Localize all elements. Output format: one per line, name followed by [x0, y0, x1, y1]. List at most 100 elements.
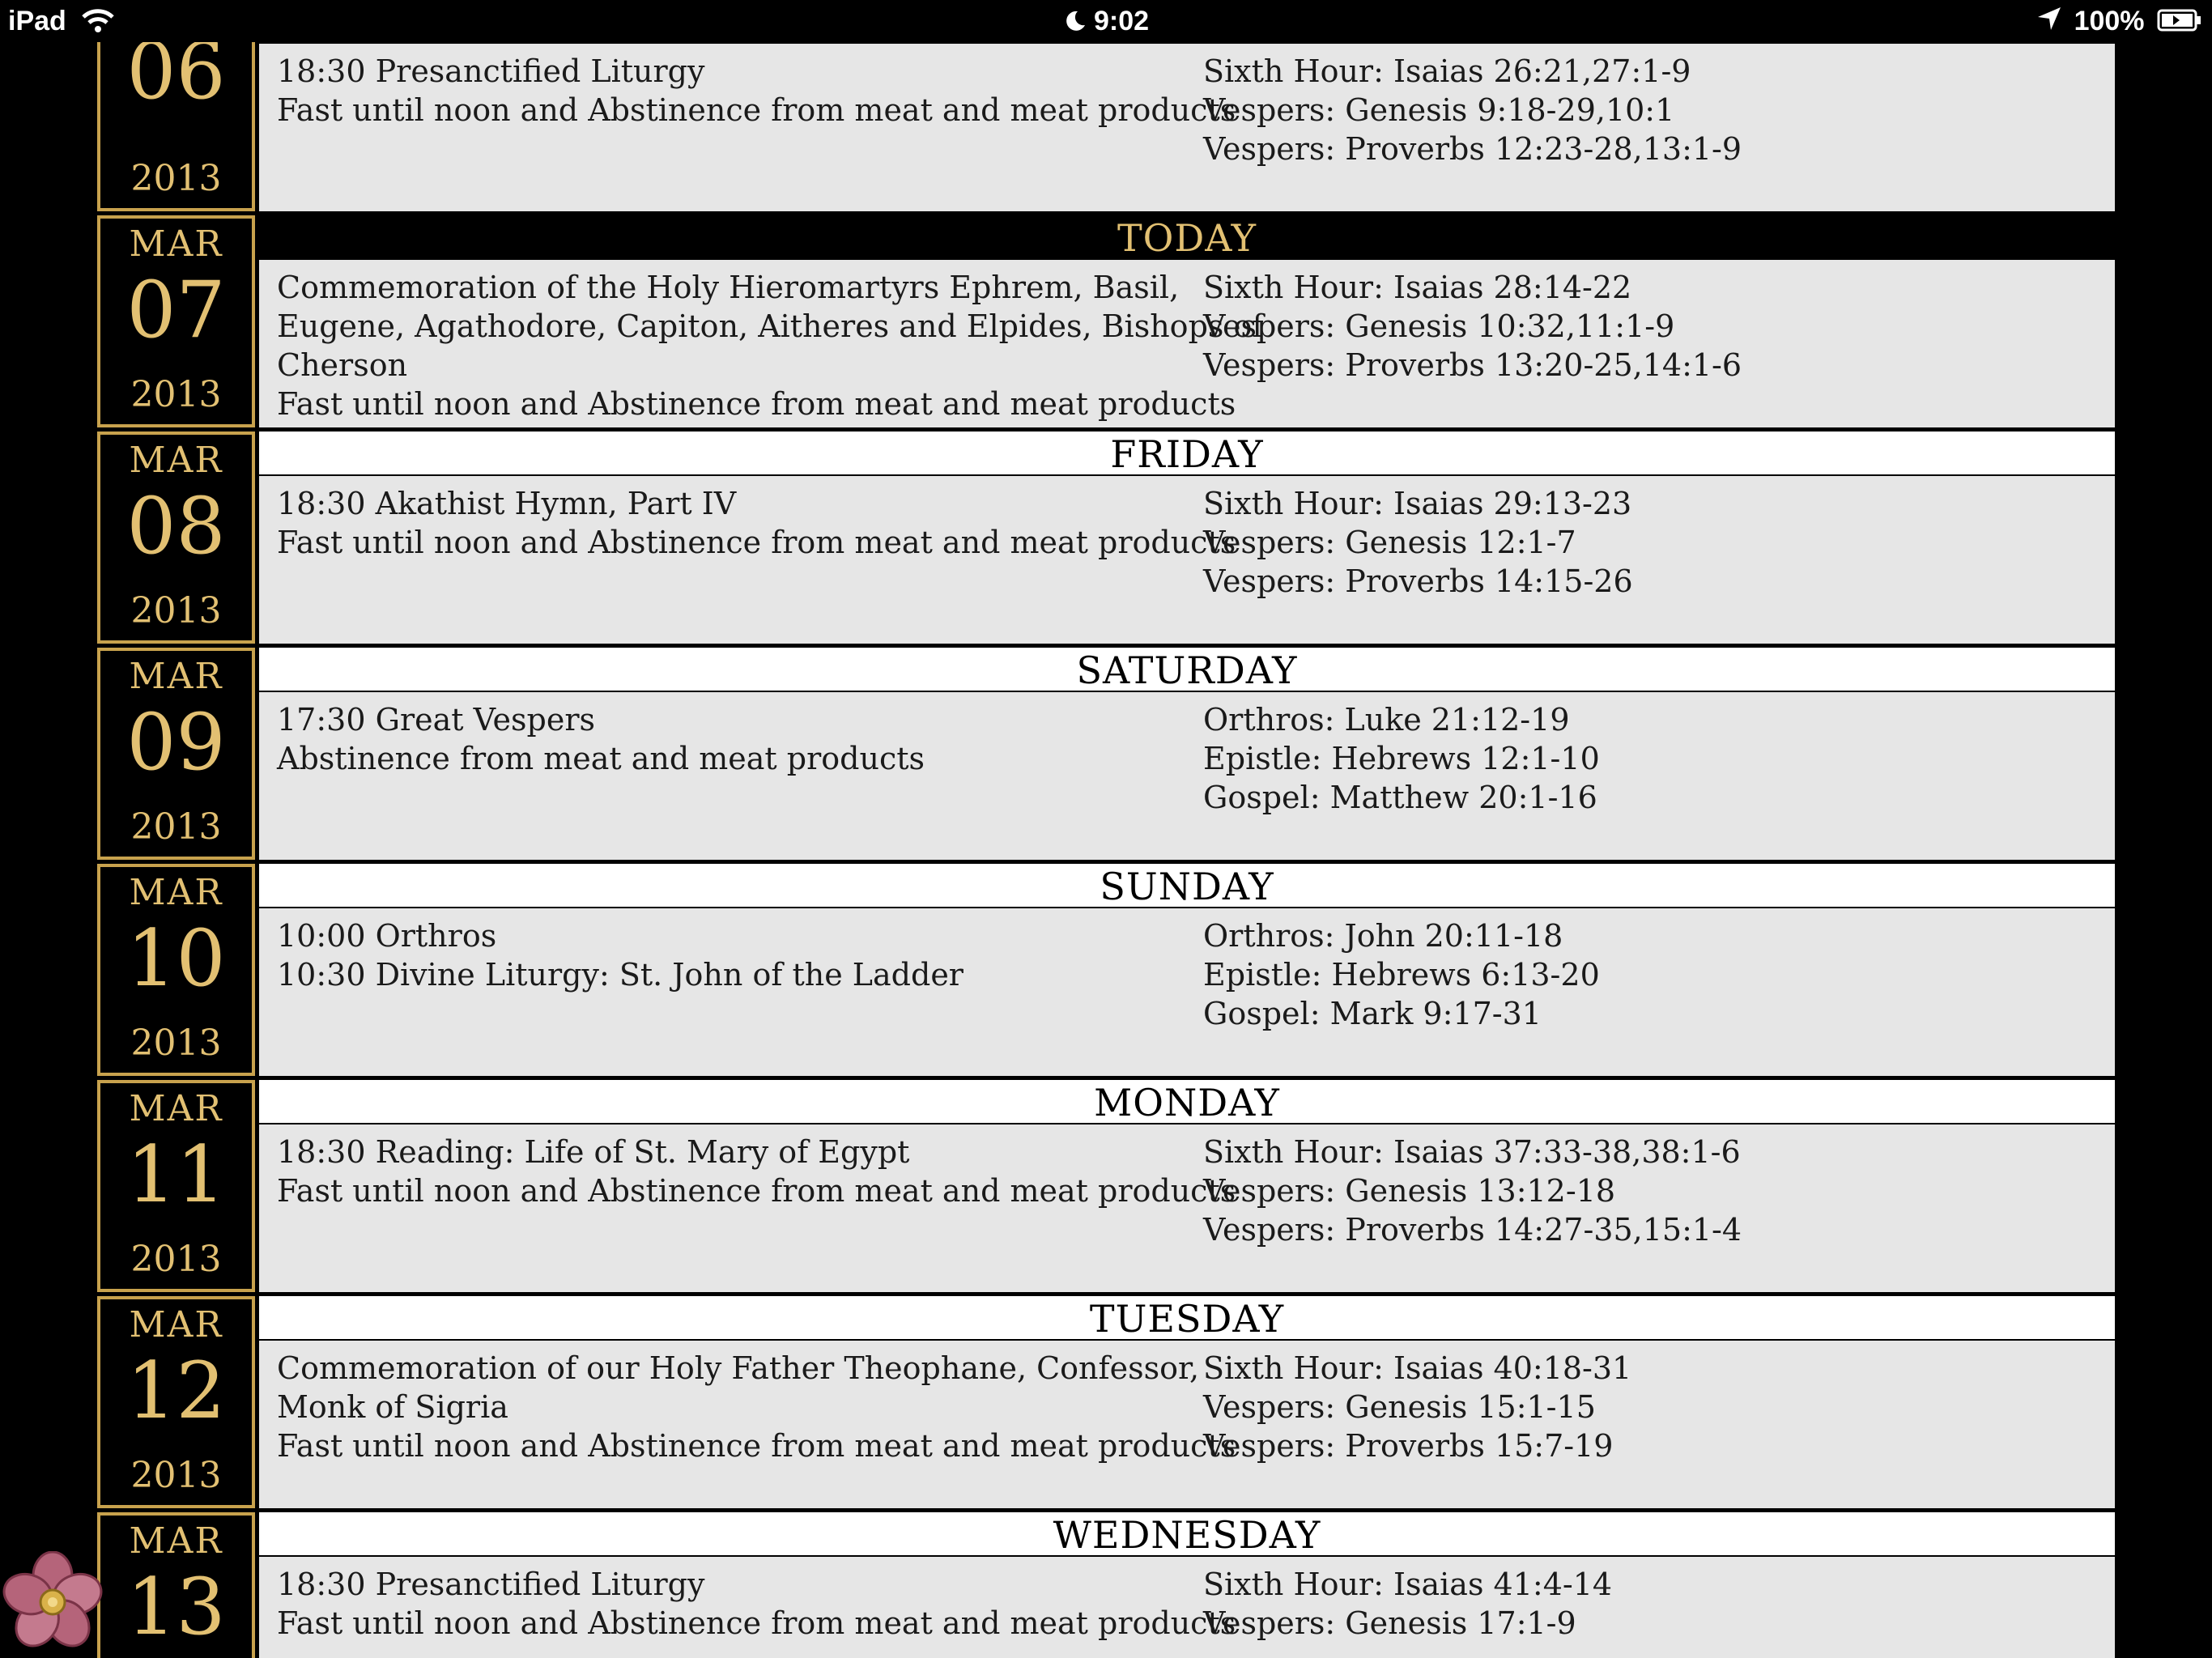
date-badge: MAR 08 2013 — [97, 432, 255, 644]
reading-line: Gospel: Mark 9:17-31 — [1203, 996, 1542, 1031]
reading-line: Vespers: Proverbs 14:15-26 — [1203, 563, 1633, 599]
reading-line: Vespers: Proverbs 14:27-35,15:1-4 — [1203, 1212, 1742, 1248]
day-header: SUNDAY — [259, 864, 2115, 908]
date-month: MAR — [129, 440, 223, 481]
event-line: Fast until noon and Abstinence from meat… — [277, 1428, 1236, 1464]
events-column: 18:30 Akathist Hymn, Part IV Fast until … — [277, 484, 1236, 562]
day-row[interactable]: MAR 11 2013 MONDAY 18:30 Reading: Life o… — [0, 1080, 2212, 1296]
event-line: Fast until noon and Abstinence from meat… — [277, 386, 1236, 422]
day-header: FRIDAY — [259, 432, 2115, 476]
reading-line: Sixth Hour: Isaias 29:13-23 — [1203, 486, 1632, 521]
day-body: Commemoration of our Holy Father Theopha… — [259, 1341, 2115, 1508]
day-content: SUNDAY 10:00 Orthros 10:30 Divine Liturg… — [259, 864, 2115, 1076]
readings-column: Sixth Hour: Isaias 40:18-31 Vespers: Gen… — [1203, 1349, 2094, 1465]
events-column: 18:30 Presanctified Liturgy Fast until n… — [277, 1565, 1236, 1643]
readings-column: Sixth Hour: Isaias 26:21,27:1-9 Vespers:… — [1203, 52, 2094, 168]
reading-line: Vespers: Genesis 17:1-9 — [1203, 1605, 1576, 1641]
location-arrow-icon — [2037, 7, 2061, 30]
schedule-list[interactable]: 06 2013 18:30 Presanctified Liturgy Fast… — [0, 42, 2212, 1658]
date-day: 12 — [126, 1346, 226, 1436]
reading-line: Vespers: Proverbs 12:23-28,13:1-9 — [1203, 131, 1742, 167]
day-content: TUESDAY Commemoration of our Holy Father… — [259, 1296, 2115, 1508]
date-month: MAR — [129, 872, 223, 913]
date-badge: MAR 13 — [97, 1512, 255, 1658]
day-row[interactable]: 06 2013 18:30 Presanctified Liturgy Fast… — [0, 42, 2212, 215]
event-line: Commemoration of our Holy Father Theopha… — [277, 1350, 1200, 1386]
day-row[interactable]: MAR 10 2013 SUNDAY 10:00 Orthros 10:30 D… — [0, 864, 2212, 1080]
date-day: 06 — [126, 42, 226, 117]
date-day: 08 — [126, 481, 226, 572]
readings-column: Sixth Hour: Isaias 29:13-23 Vespers: Gen… — [1203, 484, 2094, 601]
date-year: 2013 — [130, 1022, 222, 1064]
moon-icon — [1066, 11, 1085, 31]
day-header: WEDNESDAY — [259, 1512, 2115, 1557]
day-row[interactable]: MAR 08 2013 FRIDAY 18:30 Akathist Hymn, … — [0, 432, 2212, 648]
day-row[interactable]: MAR 09 2013 SATURDAY 17:30 Great Vespers… — [0, 648, 2212, 864]
date-month: MAR — [129, 1304, 223, 1346]
date-year: 2013 — [130, 806, 222, 848]
readings-column: Sixth Hour: Isaias 37:33-38,38:1-6 Vespe… — [1203, 1133, 2094, 1249]
events-column: 18:30 Reading: Life of St. Mary of Egypt… — [277, 1133, 1236, 1210]
date-month: MAR — [129, 1520, 223, 1562]
date-month: MAR — [129, 223, 223, 265]
day-content: FRIDAY 18:30 Akathist Hymn, Part IV Fast… — [259, 432, 2115, 644]
status-bar: iPad 9:02 100% — [0, 0, 2212, 42]
reading-line: Sixth Hour: Isaias 26:21,27:1-9 — [1203, 53, 1691, 89]
event-line: Eugene, Agathodore, Capiton, Aitheres an… — [277, 308, 1264, 344]
readings-column: Orthros: John 20:11-18 Epistle: Hebrews … — [1203, 916, 2094, 1033]
date-badge: MAR 10 2013 — [97, 864, 255, 1076]
status-right: 100% — [2035, 4, 2202, 38]
reading-line: Vespers: Genesis 13:12-18 — [1203, 1173, 1616, 1209]
date-year: 2013 — [130, 590, 222, 631]
date-badge: MAR 07 2013 — [97, 215, 255, 427]
date-badge: MAR 12 2013 — [97, 1296, 255, 1508]
reading-line: Sixth Hour: Isaias 28:14-22 — [1203, 270, 1632, 305]
day-header: MONDAY — [259, 1080, 2115, 1124]
date-day: 11 — [126, 1129, 226, 1220]
day-body: 18:30 Reading: Life of St. Mary of Egypt… — [259, 1124, 2115, 1292]
reading-line: Vespers: Proverbs 13:20-25,14:1-6 — [1203, 347, 1742, 383]
date-year: 2013 — [130, 1239, 222, 1280]
reading-line: Sixth Hour: Isaias 41:4-14 — [1203, 1567, 1613, 1602]
event-line: 18:30 Presanctified Liturgy — [277, 1567, 705, 1602]
date-month: MAR — [129, 656, 223, 697]
date-year: 2013 — [130, 374, 222, 415]
date-badge: MAR 09 2013 — [97, 648, 255, 860]
day-row[interactable]: MAR 07 2013 TODAY Commemoration of the H… — [0, 215, 2212, 432]
day-header: SATURDAY — [259, 648, 2115, 692]
day-content: SATURDAY 17:30 Great Vespers Abstinence … — [259, 648, 2115, 860]
event-line: 18:30 Presanctified Liturgy — [277, 53, 705, 89]
events-column: 18:30 Presanctified Liturgy Fast until n… — [277, 52, 1236, 130]
day-body: 18:30 Presanctified Liturgy Fast until n… — [259, 1557, 2115, 1658]
event-line: Abstinence from meat and meat products — [277, 741, 925, 776]
reading-line: Epistle: Hebrews 12:1-10 — [1203, 741, 1600, 776]
readings-column: Orthros: Luke 21:12-19 Epistle: Hebrews … — [1203, 700, 2094, 817]
day-content: MONDAY 18:30 Reading: Life of St. Mary o… — [259, 1080, 2115, 1292]
day-body: 17:30 Great Vespers Abstinence from meat… — [259, 692, 2115, 860]
reading-line: Vespers: Genesis 9:18-29,10:1 — [1203, 92, 1675, 128]
date-year: 2013 — [130, 1455, 222, 1496]
event-line: Fast until noon and Abstinence from meat… — [277, 525, 1236, 560]
event-line: 10:00 Orthros — [277, 918, 497, 954]
event-line: Commemoration of the Holy Hieromartyrs E… — [277, 270, 1180, 305]
day-row[interactable]: MAR 13 WEDNESDAY 18:30 Presanctified Lit… — [0, 1512, 2212, 1658]
date-badge: MAR 11 2013 — [97, 1080, 255, 1292]
events-column: Commemoration of our Holy Father Theopha… — [277, 1349, 1236, 1465]
day-body: 10:00 Orthros 10:30 Divine Liturgy: St. … — [259, 908, 2115, 1076]
date-month: MAR — [129, 1088, 223, 1129]
event-line: Fast until noon and Abstinence from meat… — [277, 1173, 1236, 1209]
status-center: 9:02 — [0, 4, 2212, 38]
reading-line: Vespers: Genesis 15:1-15 — [1203, 1389, 1596, 1425]
readings-column: Sixth Hour: Isaias 41:4-14 Vespers: Gene… — [1203, 1565, 2094, 1643]
day-body: 18:30 Akathist Hymn, Part IV Fast until … — [259, 476, 2115, 644]
reading-line: Sixth Hour: Isaias 40:18-31 — [1203, 1350, 1632, 1386]
event-line: 17:30 Great Vespers — [277, 702, 596, 738]
events-column: Commemoration of the Holy Hieromartyrs E… — [277, 268, 1264, 423]
reading-line: Sixth Hour: Isaias 37:33-38,38:1-6 — [1203, 1134, 1741, 1170]
reading-line: Vespers: Genesis 10:32,11:1-9 — [1203, 308, 1675, 344]
readings-column: Sixth Hour: Isaias 28:14-22 Vespers: Gen… — [1203, 268, 2094, 385]
day-row[interactable]: MAR 12 2013 TUESDAY Commemoration of our… — [0, 1296, 2212, 1512]
flower-icon[interactable] — [2, 1551, 104, 1653]
day-header: TUESDAY — [259, 1296, 2115, 1341]
day-content: TODAY Commemoration of the Holy Hieromar… — [259, 215, 2115, 427]
